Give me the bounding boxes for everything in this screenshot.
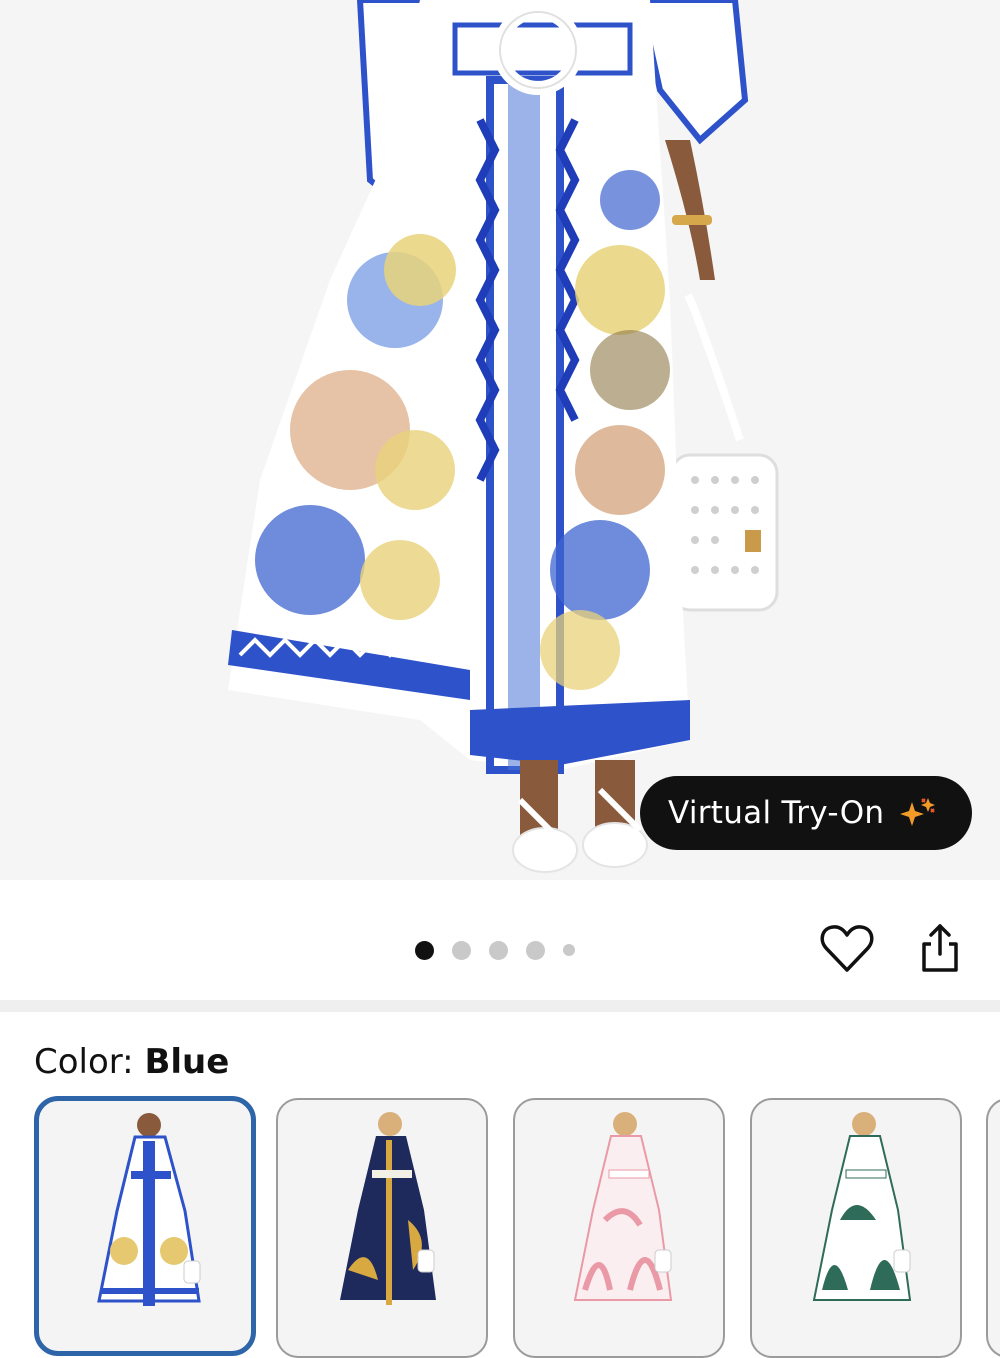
dress-photo (228, 0, 779, 873)
swatch-image (340, 1112, 436, 1305)
gallery-pagination[interactable] (415, 938, 575, 962)
gallery-dot[interactable] (526, 940, 545, 960)
swatch-image (812, 1112, 912, 1301)
share-button[interactable] (912, 920, 968, 976)
gallery-dot[interactable] (415, 940, 434, 960)
virtual-try-on-button[interactable]: Virtual Try-On (640, 776, 972, 850)
color-swatch-green[interactable] (750, 1098, 962, 1358)
color-swatch-more[interactable] (986, 1098, 1000, 1358)
share-icon (922, 924, 958, 972)
color-selection-label: Color: Blue (34, 1042, 229, 1082)
section-divider (0, 1000, 1000, 1012)
gallery-dot[interactable] (452, 940, 471, 960)
swatch-image (573, 1112, 673, 1301)
product-image[interactable]: Virtual Try-On (0, 0, 1000, 880)
selected-color-value: Blue (144, 1042, 230, 1082)
wishlist-button[interactable] (818, 920, 876, 978)
color-swatch-list (34, 1096, 1000, 1358)
virtual-try-on-label: Virtual Try-On (668, 795, 885, 831)
gallery-dot[interactable] (489, 940, 508, 960)
color-swatch-navy[interactable] (276, 1098, 488, 1358)
color-label-prefix: Color: (34, 1042, 145, 1082)
gallery-dot[interactable] (563, 944, 575, 956)
color-swatch-blue[interactable] (34, 1096, 256, 1356)
heart-icon (820, 925, 874, 972)
swatch-image (97, 1113, 201, 1306)
color-swatch-pink[interactable] (513, 1098, 725, 1358)
